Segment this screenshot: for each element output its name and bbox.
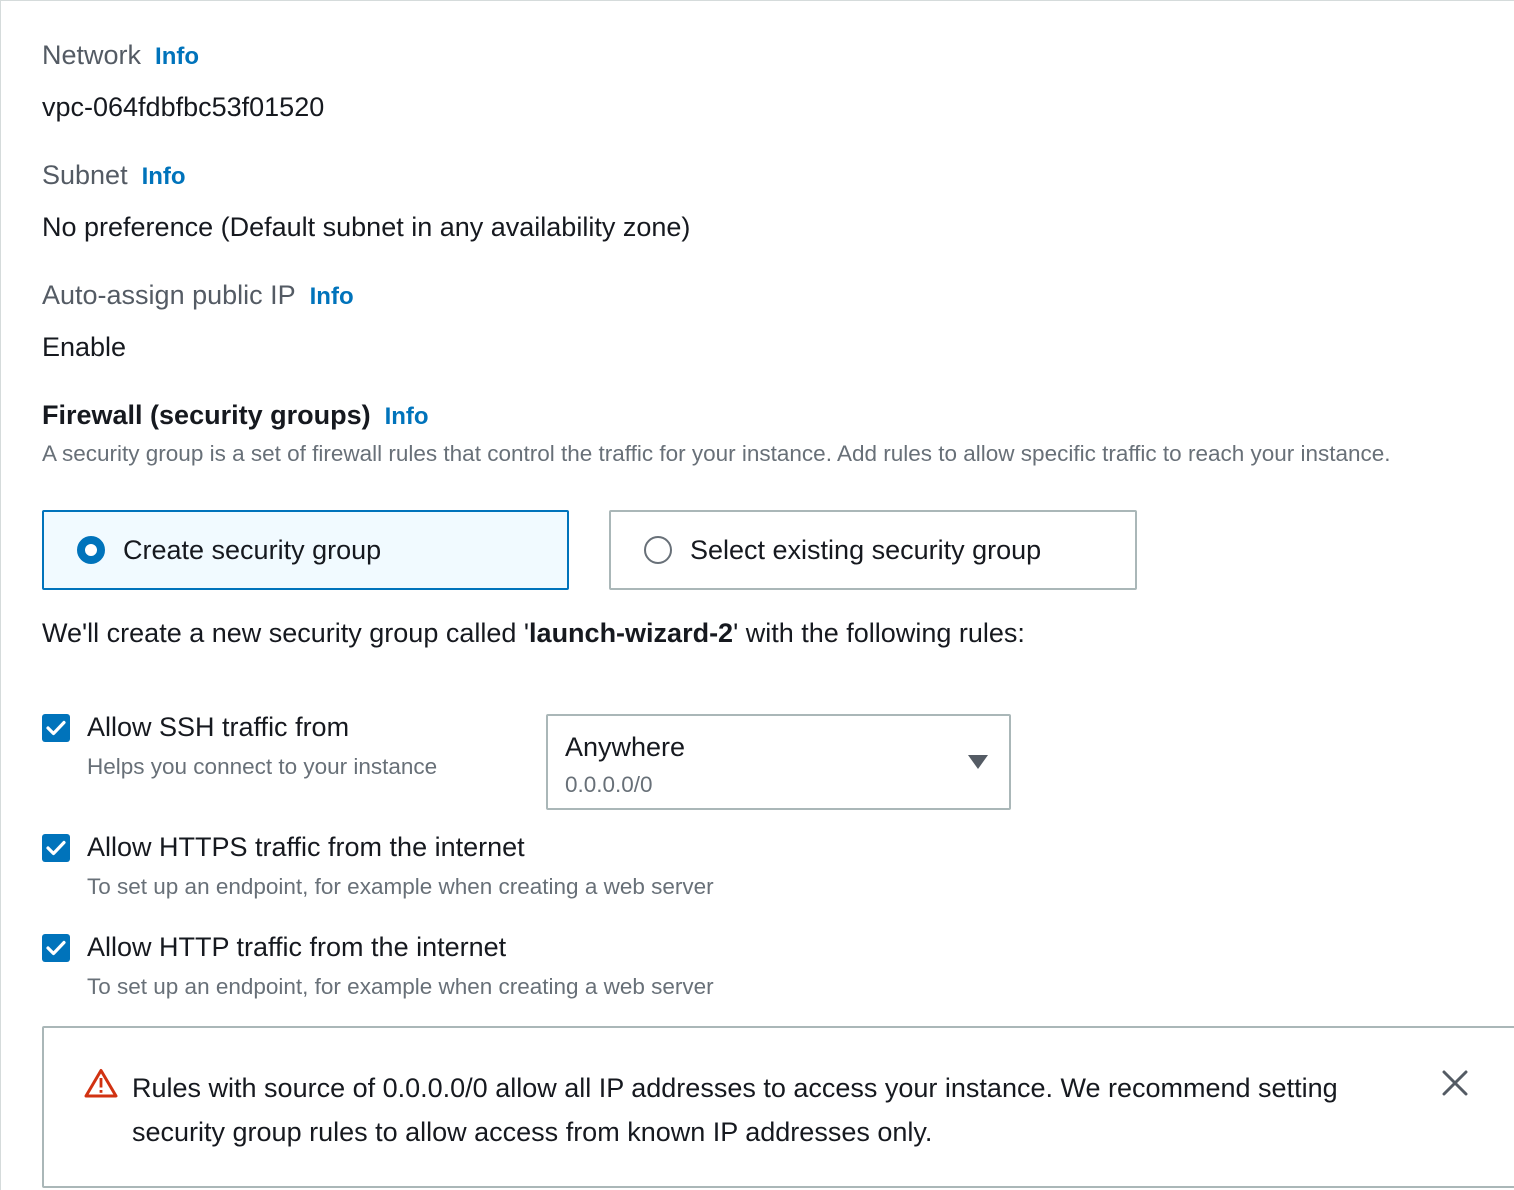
firewall-info-link[interactable]: Info bbox=[385, 403, 429, 431]
auto-assign-value: Enable bbox=[42, 332, 127, 362]
create-security-group-label: Create security group bbox=[123, 534, 382, 565]
network-info-link[interactable]: Info bbox=[155, 43, 199, 71]
subnet-label-row: Subnet Info bbox=[42, 160, 186, 191]
close-icon[interactable] bbox=[1442, 1070, 1468, 1096]
radio-selected-icon[interactable] bbox=[77, 536, 105, 564]
network-value: vpc-064fdbfbc53f01520 bbox=[42, 92, 325, 122]
checkmark-icon bbox=[46, 720, 66, 736]
http-rule-title: Allow HTTP traffic from the internet bbox=[87, 932, 507, 962]
https-checkbox[interactable] bbox=[42, 834, 70, 862]
warning-triangle-icon bbox=[84, 1069, 118, 1098]
caret-down-icon bbox=[968, 755, 988, 769]
ssh-source-value: Anywhere bbox=[565, 732, 686, 762]
create-security-group-option[interactable]: Create security group bbox=[42, 510, 569, 590]
checkmark-icon bbox=[46, 840, 66, 856]
select-existing-security-group-label: Select existing security group bbox=[690, 534, 1042, 565]
firewall-title: Firewall (security groups) bbox=[42, 400, 371, 430]
form-panel bbox=[0, 0, 1514, 1190]
subnet-info-link[interactable]: Info bbox=[142, 163, 186, 191]
radio-unselected-icon[interactable] bbox=[644, 536, 672, 564]
new-group-message: We'll create a new security group called… bbox=[42, 618, 1025, 649]
subnet-label: Subnet bbox=[42, 160, 128, 190]
auto-assign-info-link[interactable]: Info bbox=[310, 283, 354, 311]
ssh-source-detail: 0.0.0.0/0 bbox=[565, 772, 653, 797]
https-rule-subtitle: To set up an endpoint, for example when … bbox=[87, 874, 714, 899]
security-group-name: launch-wizard-2 bbox=[529, 618, 734, 648]
select-existing-security-group-option[interactable]: Select existing security group bbox=[609, 510, 1137, 590]
checkmark-icon bbox=[46, 940, 66, 956]
subnet-value: No preference (Default subnet in any ava… bbox=[42, 212, 691, 242]
auto-assign-label: Auto-assign public IP bbox=[42, 280, 296, 310]
new-group-message-prefix: We'll create a new security group called… bbox=[42, 618, 530, 648]
ssh-checkbox[interactable] bbox=[42, 714, 70, 742]
warning-alert: Rules with source of 0.0.0.0/0 allow all… bbox=[42, 1026, 1514, 1188]
ssh-source-select[interactable]: Anywhere 0.0.0.0/0 bbox=[546, 714, 1011, 810]
warning-text: Rules with source of 0.0.0.0/0 allow all… bbox=[132, 1073, 1338, 1147]
network-label-row: Network Info bbox=[42, 40, 199, 71]
http-rule-subtitle: To set up an endpoint, for example when … bbox=[87, 974, 714, 999]
ssh-rule-title: Allow SSH traffic from bbox=[87, 712, 350, 742]
firewall-title-row: Firewall (security groups) Info bbox=[42, 400, 429, 431]
http-checkbox[interactable] bbox=[42, 934, 70, 962]
new-group-message-suffix: ' with the following rules: bbox=[733, 618, 1025, 648]
auto-assign-label-row: Auto-assign public IP Info bbox=[42, 280, 354, 311]
https-rule-title: Allow HTTPS traffic from the internet bbox=[87, 832, 525, 862]
ssh-rule-subtitle: Helps you connect to your instance bbox=[87, 754, 438, 779]
network-label: Network bbox=[42, 40, 142, 70]
firewall-description: A security group is a set of firewall ru… bbox=[42, 441, 1391, 466]
